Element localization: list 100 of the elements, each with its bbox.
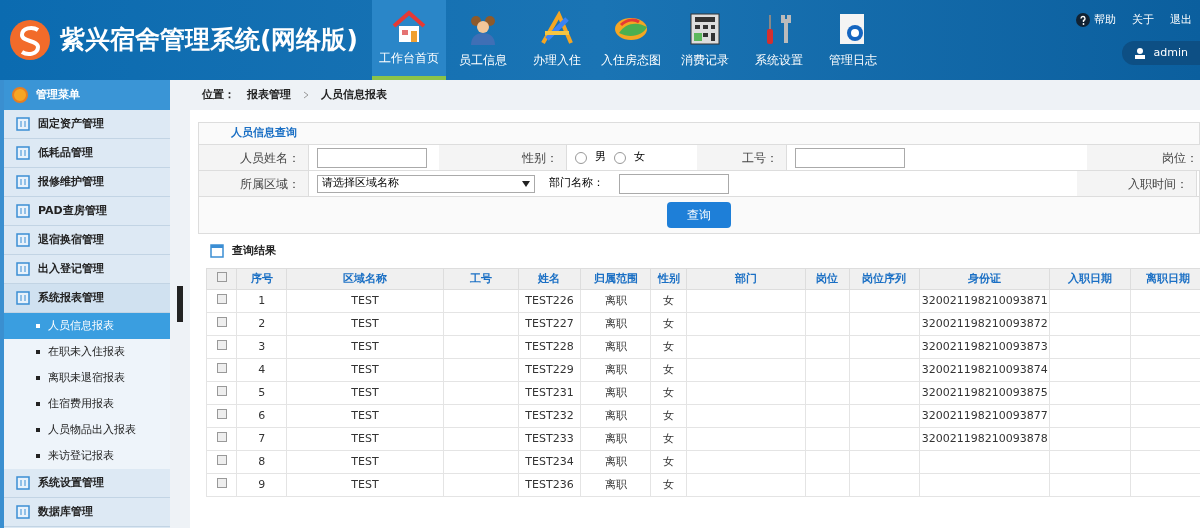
radio-button[interactable]: [575, 151, 587, 164]
table-cell: 离职: [604, 293, 627, 307]
table-cell: 女: [663, 454, 675, 468]
table-cell: 3: [258, 339, 266, 353]
table-cell: TEST: [351, 385, 379, 399]
table-cell: 2: [258, 316, 266, 330]
table-cell: TEST227: [525, 316, 574, 330]
square-icon: [16, 262, 30, 276]
checkbox[interactable]: [216, 477, 227, 488]
table-cell: TEST: [351, 454, 379, 468]
checkbox[interactable]: [216, 316, 227, 327]
checkbox[interactable]: [216, 408, 227, 419]
breadcrumb-item[interactable]: 报表管理: [247, 86, 291, 104]
field-label: 所属区域：: [199, 171, 309, 196]
bullet-icon: [36, 350, 40, 354]
query-button[interactable]: 查询: [667, 202, 731, 228]
column-header: 部门: [686, 268, 806, 290]
square-icon: [16, 146, 30, 160]
table-cell: 9: [258, 477, 266, 491]
field-label: 人员姓名：: [199, 145, 309, 170]
input-field[interactable]: [795, 147, 905, 168]
column-header: 区域名称: [286, 268, 444, 290]
column-header: 归属范围: [580, 268, 651, 290]
table-cell: 5: [258, 385, 266, 399]
radio-button[interactable]: [614, 151, 626, 164]
house-icon: [391, 9, 427, 45]
area-dropdown[interactable]: 请选择区域名称: [317, 174, 535, 193]
checkbox[interactable]: [216, 362, 227, 373]
table-cell: TEST: [351, 293, 379, 307]
sidebar-item[interactable]: 系统报表管理: [4, 284, 170, 313]
table-cell: TEST233: [525, 431, 574, 445]
square-icon: [16, 505, 30, 519]
square-icon: [16, 476, 30, 490]
nav-tab[interactable]: 员工信息: [446, 0, 520, 80]
table-cell: 离职: [604, 431, 627, 445]
help-icon: [1076, 13, 1090, 28]
header-link[interactable]: 帮助: [1094, 12, 1116, 29]
input-field[interactable]: [619, 173, 729, 194]
column-header: 离职日期: [1130, 268, 1200, 290]
checkbox[interactable]: [216, 271, 227, 282]
table-cell: TEST232: [525, 408, 574, 422]
input-field[interactable]: [317, 147, 427, 168]
bullet-icon: [36, 376, 40, 380]
table-cell: 女: [663, 385, 675, 399]
collapse-handle[interactable]: [177, 286, 183, 322]
chevron-icon: [303, 91, 309, 99]
panel-title: 人员信息查询: [231, 125, 297, 142]
field-label: 岗位：: [1087, 145, 1200, 170]
header-link[interactable]: 退出: [1170, 12, 1192, 29]
table-cell: TEST228: [525, 339, 574, 353]
table-cell: 320021198210093874: [921, 362, 1048, 376]
sidebar-subitem[interactable]: 离职未退宿报表: [4, 365, 170, 391]
user-badge[interactable]: admin: [1121, 40, 1200, 65]
table-cell: TEST: [351, 339, 379, 353]
table-cell: 离职: [604, 339, 627, 353]
checkbox[interactable]: [216, 339, 227, 350]
user-icon: [1133, 46, 1146, 59]
calculator-icon: [687, 11, 723, 47]
table-cell: TEST: [351, 477, 379, 491]
column-header: 序号: [236, 268, 287, 290]
column-header: 身份证: [919, 268, 1050, 290]
radio-label: 女: [634, 149, 645, 166]
header-link[interactable]: 关于: [1132, 12, 1154, 29]
bullet-icon: [36, 324, 40, 328]
column-header: 姓名: [518, 268, 581, 290]
nav-tab[interactable]: 入住房态图: [594, 0, 668, 80]
checkbox[interactable]: [216, 454, 227, 465]
breadcrumb-item[interactable]: 人员信息报表: [321, 86, 387, 104]
caret-icon: [522, 180, 530, 187]
table-cell: TEST234: [525, 454, 574, 468]
checkbox[interactable]: [216, 431, 227, 442]
table-cell: 6: [258, 408, 266, 422]
table-cell: TEST: [351, 316, 379, 330]
sidebar-subitem[interactable]: 来访登记报表: [4, 443, 170, 469]
square-icon: [16, 233, 30, 247]
sidebar-subitem[interactable]: 在职未入住报表: [4, 339, 170, 365]
nav-tab[interactable]: 消费记录: [668, 0, 742, 80]
checkbox[interactable]: [216, 293, 227, 304]
app-title: 紫兴宿舍管理系统(网络版): [60, 24, 358, 57]
nav-tab[interactable]: 工作台首页: [372, 0, 446, 80]
sidebar-subitem[interactable]: 人员物品出入报表: [4, 417, 170, 443]
sidebar-subitem[interactable]: 住宿费用报表: [4, 391, 170, 417]
table-cell: 4: [258, 362, 266, 376]
table-cell: 320021198210093873: [921, 339, 1048, 353]
table-cell: TEST: [351, 408, 379, 422]
nav-tab[interactable]: 管理日志: [816, 0, 890, 80]
table-cell: 离职: [604, 362, 627, 376]
table-cell: 女: [663, 293, 675, 307]
sidebar-title: 管理菜单: [36, 86, 80, 103]
checkbox[interactable]: [216, 385, 227, 396]
user-name: admin: [1153, 44, 1188, 61]
table-cell: 离职: [604, 454, 627, 468]
menu-icon: [12, 87, 28, 103]
square-icon: [16, 204, 30, 218]
radio-label: 男: [595, 149, 606, 166]
nav-tab[interactable]: 系统设置: [742, 0, 816, 80]
table-cell: 离职: [604, 477, 627, 491]
table-cell: 离职: [604, 385, 627, 399]
nav-tab[interactable]: 办理入住: [520, 0, 594, 80]
field-label: 部门名称：: [549, 175, 605, 192]
